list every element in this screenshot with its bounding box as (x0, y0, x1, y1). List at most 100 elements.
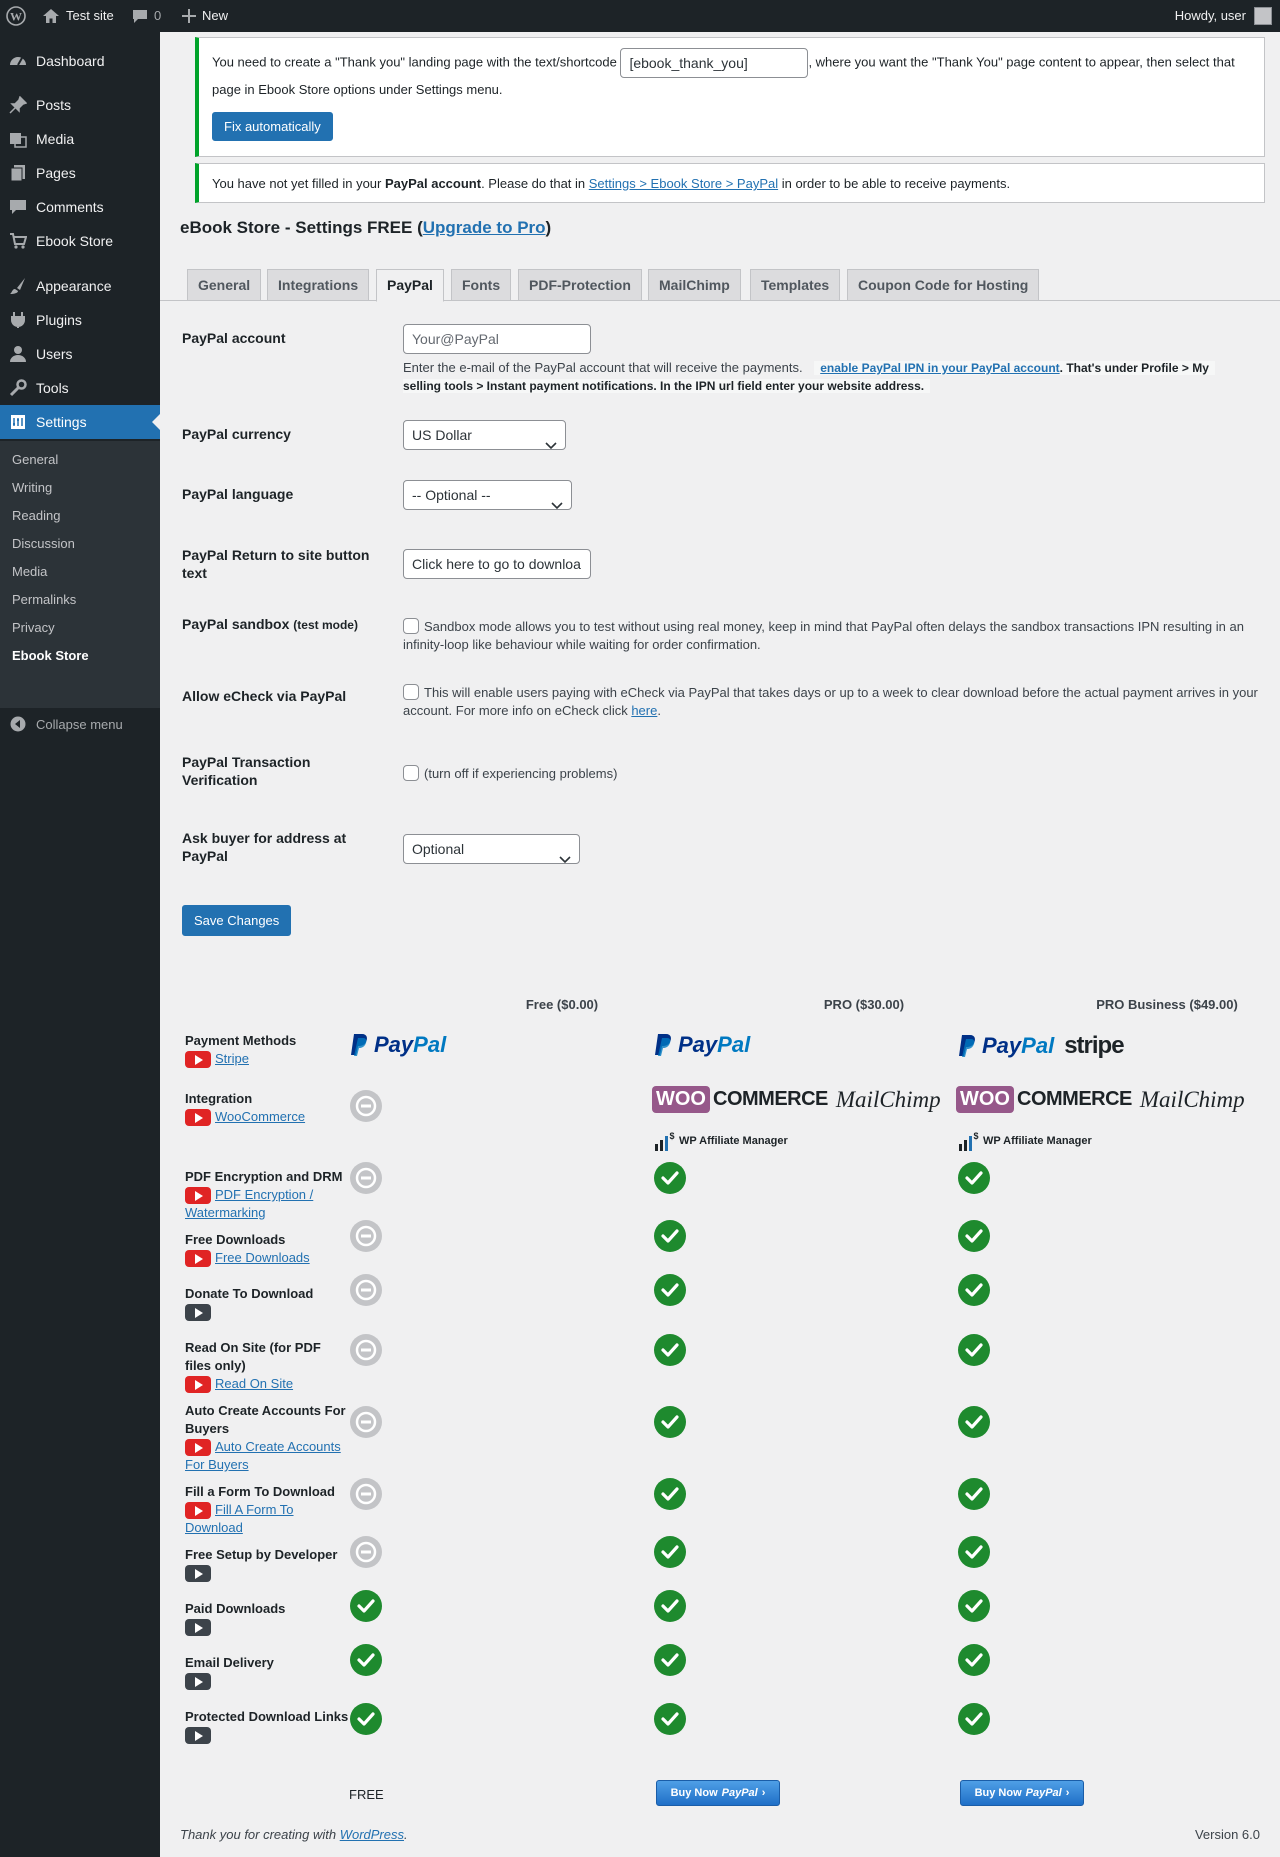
feature-pdf-encryption: PDF Encryption and DRM PDF Encryption / W… (185, 1168, 350, 1222)
address-label: Ask buyer for address at PayPal (182, 830, 347, 864)
youtube-icon[interactable] (185, 1051, 211, 1069)
wordpress-link[interactable]: WordPress (340, 1827, 404, 1842)
chevron-down-icon (559, 845, 571, 873)
check-icon (654, 1703, 686, 1735)
my-account-link[interactable]: Howdy, user (1175, 0, 1272, 32)
sandbox-label-small: (test mode) (293, 618, 358, 632)
sandbox-checkbox[interactable] (403, 618, 419, 634)
video-icon[interactable] (185, 1304, 211, 1322)
menu-media[interactable]: Media (0, 122, 160, 156)
submenu-reading[interactable]: Reading (12, 508, 60, 523)
tab-templates[interactable]: Templates (750, 269, 841, 301)
echeck-here-link[interactable]: here (631, 703, 657, 718)
submenu-discussion[interactable]: Discussion (12, 536, 75, 551)
menu-label: Users (36, 346, 73, 362)
new-content-link[interactable]: New (182, 0, 228, 32)
fix-automatically-button[interactable]: Fix automatically (212, 112, 333, 141)
submenu-permalinks[interactable]: Permalinks (12, 592, 76, 607)
feature-name: Email Delivery (185, 1655, 274, 1670)
ipn-instructions: enable PayPal IPN in your PayPal account… (814, 361, 1215, 375)
youtube-icon[interactable] (185, 1187, 211, 1205)
check-icon (654, 1644, 686, 1676)
paypal-text-pay: Pay (982, 1033, 1022, 1058)
check-icon (654, 1590, 686, 1622)
tab-mailchimp[interactable]: MailChimp (648, 269, 741, 301)
settings-icon (0, 414, 36, 430)
language-select[interactable]: -- Optional -- (403, 480, 572, 510)
menu-users[interactable]: Users (0, 337, 160, 371)
youtube-icon[interactable] (185, 1250, 211, 1268)
verify-checkbox[interactable] (403, 765, 419, 781)
paypal-account-input[interactable]: Your@PayPal (403, 324, 591, 354)
menu-settings[interactable]: Settings (0, 405, 160, 439)
paypal-text-pal: Pal (717, 1032, 751, 1057)
unavailable-icon (350, 1274, 382, 1306)
video-icon[interactable] (185, 1673, 211, 1691)
plug-icon (0, 311, 36, 329)
wordpress-logo-icon[interactable]: W (6, 0, 28, 32)
upgrade-to-pro-link[interactable]: Upgrade to Pro (423, 218, 546, 237)
comments-link[interactable]: 0 (132, 0, 161, 32)
feature-link[interactable]: WooCommerce (215, 1109, 305, 1124)
menu-pages[interactable]: Pages (0, 156, 160, 190)
paypal-text-pal: Pal (1021, 1033, 1055, 1058)
chevron-right-icon: › (1065, 1787, 1070, 1799)
submenu-ebook-store[interactable]: Ebook Store (12, 648, 89, 663)
menu-plugins[interactable]: Plugins (0, 303, 160, 337)
video-icon[interactable] (185, 1619, 211, 1637)
youtube-icon[interactable] (185, 1376, 211, 1394)
tab-general[interactable]: General (187, 269, 262, 301)
address-select[interactable]: Optional (403, 834, 580, 864)
feature-link[interactable]: Stripe (215, 1051, 249, 1066)
footer-text: . (404, 1827, 408, 1842)
youtube-icon[interactable] (185, 1502, 211, 1520)
menu-ebook-store[interactable]: Ebook Store (0, 224, 160, 258)
youtube-icon[interactable] (185, 1439, 211, 1457)
tab-coupon-code[interactable]: Coupon Code for Hosting (847, 269, 1040, 301)
sandbox-desc: Sandbox mode allows you to test without … (403, 619, 1244, 652)
menu-comments[interactable]: Comments (0, 190, 160, 224)
buy-now-pro-button[interactable]: Buy Now PayPal › (656, 1780, 780, 1806)
submenu-media[interactable]: Media (12, 564, 47, 579)
menu-tools[interactable]: Tools (0, 371, 160, 405)
currency-select[interactable]: US Dollar (403, 420, 566, 450)
menu-label: Comments (36, 199, 104, 215)
tab-fonts[interactable]: Fonts (451, 269, 512, 301)
howdy-text: Howdy, user (1174, 8, 1246, 23)
feature-name: PDF Encryption and DRM (185, 1169, 343, 1184)
unavailable-icon (350, 1536, 382, 1568)
enable-ipn-link[interactable]: enable PayPal IPN in your PayPal account (820, 361, 1059, 375)
feature-payment-methods: Payment Methods Stripe (185, 1032, 350, 1069)
menu-posts[interactable]: Posts (0, 88, 160, 122)
video-icon[interactable] (185, 1727, 211, 1745)
tab-pdf-protection[interactable]: PDF-Protection (518, 269, 642, 301)
youtube-icon[interactable] (185, 1109, 211, 1127)
feature-link[interactable]: Read On Site (215, 1376, 293, 1391)
video-icon[interactable] (185, 1565, 211, 1583)
svg-text:$: $ (973, 1131, 978, 1141)
save-changes-button[interactable]: Save Changes (182, 905, 292, 936)
menu-dashboard[interactable]: Dashboard (0, 44, 160, 78)
feature-link[interactable]: Free Downloads (215, 1250, 310, 1265)
title-text: eBook Store - Settings FREE ( (180, 218, 423, 237)
check-icon (350, 1590, 382, 1622)
submenu-privacy[interactable]: Privacy (12, 620, 55, 635)
tab-paypal[interactable]: PayPal (376, 269, 444, 302)
menu-appearance[interactable]: Appearance (0, 269, 160, 303)
language-label: PayPal language (182, 486, 294, 502)
submenu-writing[interactable]: Writing (12, 480, 52, 495)
tab-integrations[interactable]: Integrations (267, 269, 370, 301)
paypal-settings-link[interactable]: Settings > Ebook Store > PayPal (589, 176, 778, 191)
check-icon (654, 1334, 686, 1366)
shortcode-field[interactable]: [ebook_thank_you] (620, 48, 809, 78)
buy-now-business-button[interactable]: Buy Now PayPal › (960, 1780, 1084, 1806)
collapse-menu-button[interactable]: Collapse menu (0, 709, 160, 739)
commerce-text: COMMERCE (713, 1088, 828, 1110)
site-name-link[interactable]: Test site (42, 0, 114, 32)
submenu-general[interactable]: General (12, 452, 58, 467)
paypal-text-pay: Pay (678, 1032, 718, 1057)
echeck-checkbox[interactable] (403, 684, 419, 700)
paypal-account-label: PayPal account (182, 330, 286, 346)
return-text-input[interactable]: Click here to go to downloa (403, 549, 591, 579)
woocommerce-logo: WOO COMMERCE MailChimp (652, 1086, 941, 1113)
